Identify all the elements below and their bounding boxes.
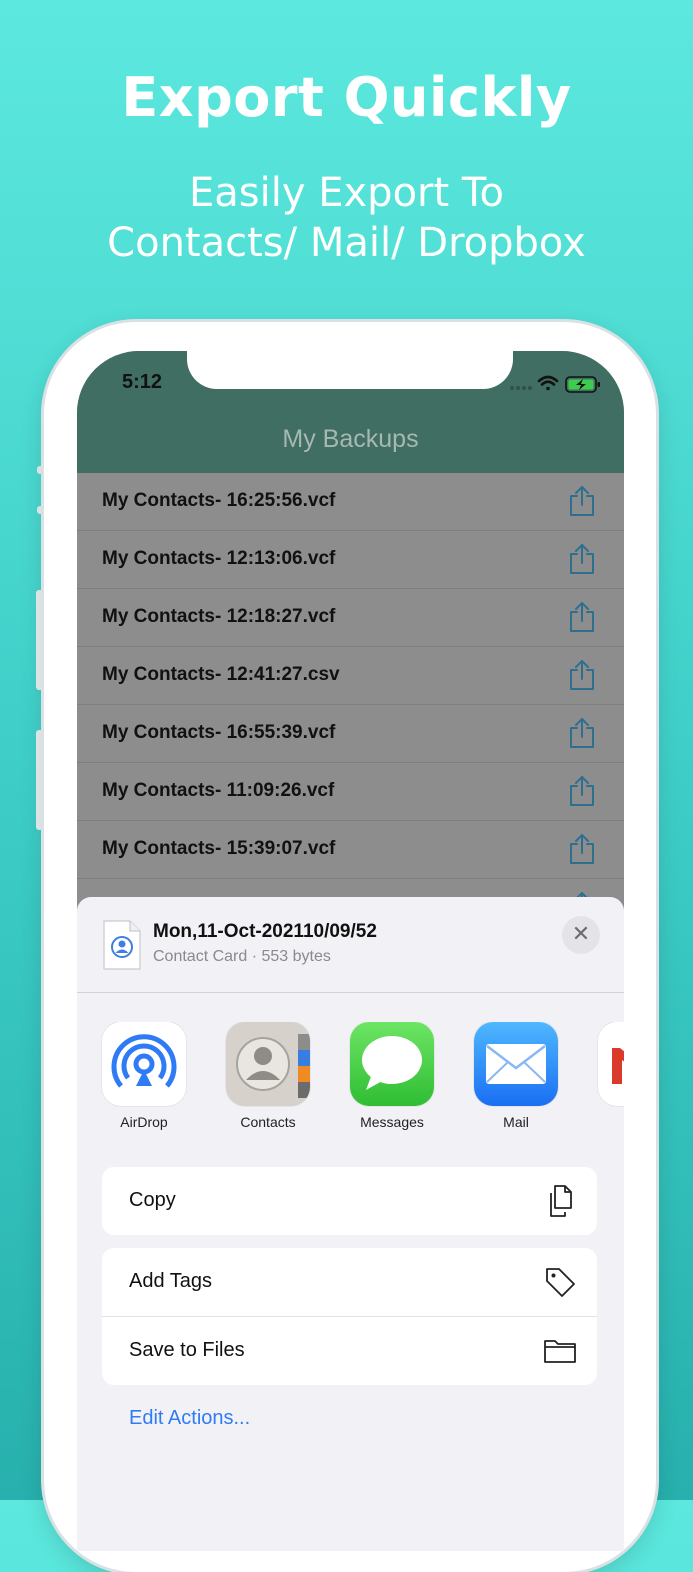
app-label: G [585,1114,624,1130]
promo-subtitle: Easily Export To Contacts/ Mail/ Dropbox [0,168,693,268]
action-group-copy: Copy [102,1167,597,1235]
backup-file-name: My Contacts- 16:55:39.vcf [102,722,336,743]
backup-file-name: My Contacts- 11:09:26.vcf [102,780,335,801]
phone-silent-switch-2 [37,506,44,514]
promo-title: Export Quickly [121,66,572,129]
backup-file-name: My Contacts- 12:13:06.vcf [102,548,336,569]
share-icon[interactable] [568,659,596,691]
promo-subtitle-line1: Easily Export To [189,170,504,216]
shared-file-meta: Contact Card · 553 bytes [153,948,331,965]
action-label: Add Tags [129,1270,213,1292]
share-icon[interactable] [568,775,596,807]
action-group-files: Add Tags Save to Files [102,1248,597,1385]
share-app-gmail[interactable]: G [585,1022,624,1130]
app-label: AirDrop [120,1114,168,1130]
battery-icon [565,376,600,393]
share-app-airdrop[interactable]: AirDrop [89,1022,199,1130]
share-app-mail[interactable]: Mail [461,1022,571,1130]
copy-icon [550,1185,572,1217]
folder-icon [544,1340,576,1363]
backup-row[interactable]: My Contacts- 12:18:27.vcf [77,589,624,647]
phone-screen: 5:12 My Backups My Contacts- 16:25:56.vc… [77,351,624,1551]
edit-actions-link[interactable]: Edit Actions... [129,1407,250,1430]
backup-row[interactable]: My Contacts- 12:41:27.csv [77,647,624,705]
phone-volume-down [36,730,44,830]
share-icon[interactable] [568,485,596,517]
app-label: Mail [503,1114,529,1130]
share-sheet-header: Mon,11-Oct-202110/09/52 Contact Card · 5… [77,897,624,993]
share-app-row: AirDrop Contacts Messages Mail [77,1022,624,1142]
backup-file-name: My Contacts- 12:41:27.csv [102,664,340,685]
shared-file-name: Mon,11-Oct-202110/09/52 [153,921,377,942]
wifi-icon [537,375,559,391]
share-app-contacts[interactable]: Contacts [213,1022,323,1130]
backup-row[interactable]: My Contacts- 15:39:07.vcf [77,821,624,879]
status-time: 5:12 [122,371,163,393]
backup-row[interactable]: My Contacts- 11:09:26.vcf [77,763,624,821]
action-label: Copy [129,1189,176,1211]
mail-icon [474,1022,558,1106]
backup-list[interactable]: My Contacts- 16:25:56.vcf My Contacts- 12… [77,473,624,937]
contacts-icon [226,1022,310,1106]
app-label: Messages [360,1114,424,1130]
share-icon[interactable] [568,717,596,749]
contact-card-file-icon [103,920,141,970]
share-icon[interactable] [568,543,596,575]
status-icons [510,375,600,393]
add-tags-action[interactable]: Add Tags [102,1248,597,1317]
tag-icon [546,1268,575,1297]
backup-row[interactable]: My Contacts- 16:55:39.vcf [77,705,624,763]
backup-file-name: My Contacts- 16:25:56.vcf [102,490,336,511]
action-label: Save to Files [129,1339,245,1361]
promo-subtitle-line2: Contacts/ Mail/ Dropbox [107,220,586,266]
share-icon[interactable] [568,833,596,865]
gmail-icon [598,1022,624,1106]
navigation-bar: 5:12 My Backups [77,351,624,473]
backup-file-name: My Contacts- 12:18:27.vcf [102,606,336,627]
backup-row[interactable]: My Contacts- 12:13:06.vcf [77,531,624,589]
share-app-messages[interactable]: Messages [337,1022,447,1130]
share-sheet: Mon,11-Oct-202110/09/52 Contact Card · 5… [77,897,624,1551]
share-icon[interactable] [568,601,596,633]
notch [187,351,513,389]
signal-icon [510,386,532,390]
backup-row[interactable]: My Contacts- 16:25:56.vcf [77,473,624,531]
app-label: Contacts [240,1114,296,1130]
close-icon: ✕ [571,922,591,947]
airdrop-icon [102,1022,186,1106]
page-title: My Backups [282,425,419,453]
phone-silent-switch [37,466,44,474]
phone-volume-up [36,590,44,690]
backup-file-name: My Contacts- 15:39:07.vcf [102,838,336,859]
messages-icon [350,1022,434,1106]
close-button[interactable]: ✕ [562,916,600,954]
copy-action[interactable]: Copy [102,1167,597,1235]
save-to-files-action[interactable]: Save to Files [102,1317,597,1385]
